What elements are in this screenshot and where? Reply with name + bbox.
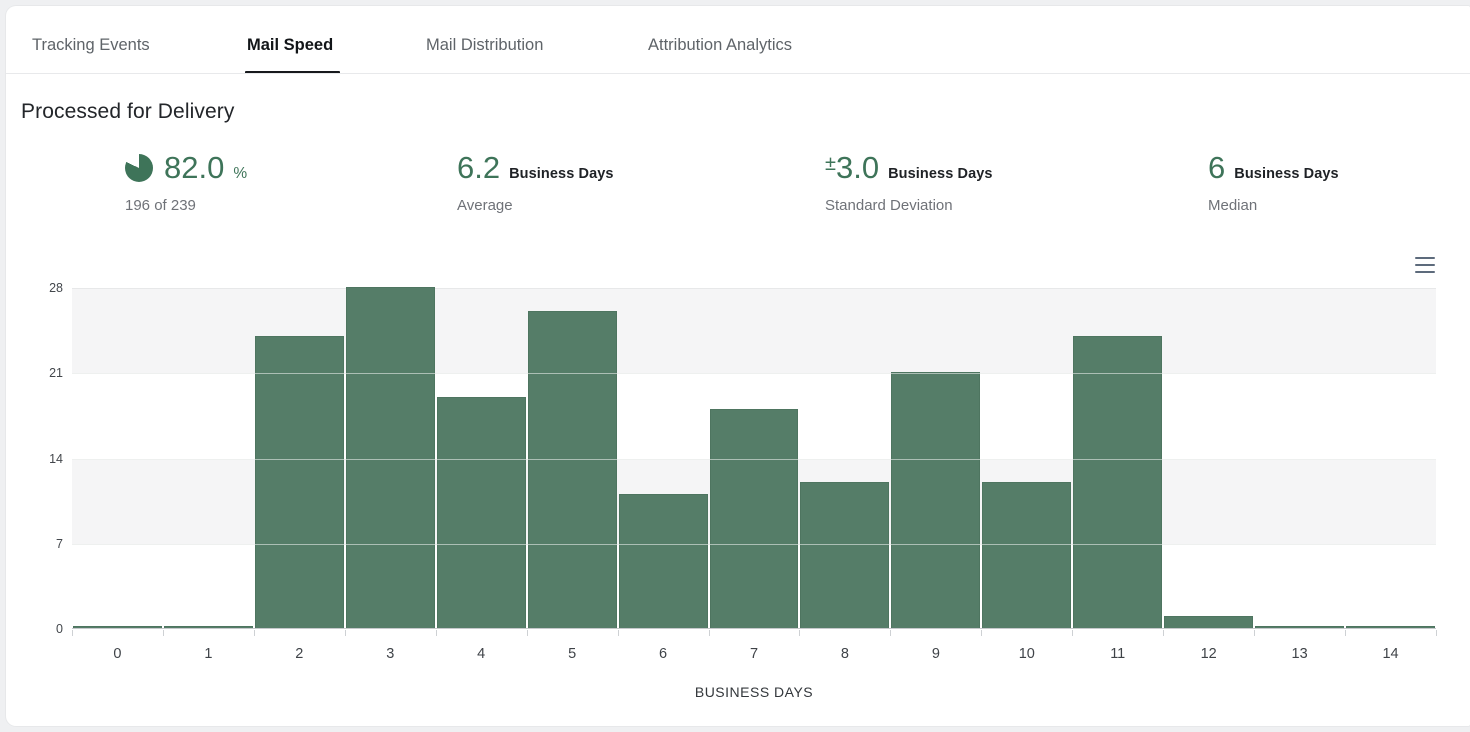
x-axis-tick-label: 14: [1345, 646, 1436, 662]
hamburger-menu-icon[interactable]: [1415, 257, 1435, 273]
x-axis-tick-label: 10: [981, 646, 1072, 662]
x-axis-tick: [1072, 630, 1073, 636]
tab-tracking-events[interactable]: Tracking Events: [32, 33, 150, 57]
histogram-bar[interactable]: [800, 482, 889, 628]
stat-unit: %: [233, 165, 247, 183]
mail-speed-histogram: BUSINESS DAYS 28211470012345678910111213…: [72, 288, 1436, 629]
x-axis-tick-label: 7: [709, 646, 800, 662]
pie-icon: [125, 154, 153, 182]
stat-caption: Standard Deviation: [825, 197, 993, 214]
x-axis-tick: [436, 630, 437, 636]
stat-value: 82.0: [164, 152, 224, 183]
x-axis-line: [72, 628, 1436, 629]
tab-bar-divider: [6, 73, 1470, 74]
stat-value: 6.2: [457, 152, 500, 183]
stat-value: 3.0: [836, 152, 879, 183]
stat-processed-percent: 82.0 % 196 of 239: [125, 152, 247, 214]
histogram-bar[interactable]: [528, 311, 617, 628]
histogram-bar[interactable]: [710, 409, 799, 628]
plus-minus-sign: ±: [825, 154, 836, 174]
x-axis-tick: [527, 630, 528, 636]
x-axis-tick: [981, 630, 982, 636]
x-axis-tick-label: 11: [1072, 646, 1163, 662]
menu-bar: [1415, 271, 1435, 273]
histogram-bar[interactable]: [255, 336, 344, 628]
x-axis-tick: [163, 630, 164, 636]
x-axis-tick-label: 2: [254, 646, 345, 662]
x-axis-tick-label: 5: [527, 646, 618, 662]
histogram-bar[interactable]: [1164, 616, 1253, 628]
x-axis-tick-label: 13: [1254, 646, 1345, 662]
x-axis-tick-label: 0: [72, 646, 163, 662]
y-axis-tick-label: 0: [0, 620, 63, 638]
stat-average: 6.2 Business Days Average: [457, 152, 614, 214]
stat-unit: Business Days: [888, 166, 992, 182]
gridline-overlay: [72, 373, 1436, 374]
page-title: Processed for Delivery: [21, 100, 234, 124]
gridline-overlay: [72, 544, 1436, 545]
stat-unit: Business Days: [509, 166, 613, 182]
histogram-bar[interactable]: [619, 494, 708, 628]
x-axis-tick: [1254, 630, 1255, 636]
x-axis-tick: [799, 630, 800, 636]
menu-bar: [1415, 264, 1435, 266]
x-axis-tick-label: 8: [799, 646, 890, 662]
x-axis-tick-label: 4: [436, 646, 527, 662]
stat-value: 6: [1208, 152, 1225, 183]
histogram-bar[interactable]: [982, 482, 1071, 628]
y-axis-tick-label: 14: [0, 450, 63, 468]
tab-mail-speed[interactable]: Mail Speed: [247, 33, 333, 57]
tab-attribution-analytics[interactable]: Attribution Analytics: [648, 33, 792, 57]
histogram-bar[interactable]: [1073, 336, 1162, 628]
x-axis-tick: [890, 630, 891, 636]
x-axis-tick: [618, 630, 619, 636]
x-axis-title: BUSINESS DAYS: [72, 684, 1436, 700]
gridline: [72, 288, 1436, 289]
x-axis-tick: [254, 630, 255, 636]
x-axis-tick-label: 3: [345, 646, 436, 662]
stat-caption: 196 of 239: [125, 197, 247, 214]
stat-caption: Median: [1208, 197, 1339, 214]
x-axis-tick: [72, 630, 73, 636]
x-axis-tick: [1345, 630, 1346, 636]
stat-standard-deviation: ± 3.0 Business Days Standard Deviation: [825, 152, 993, 214]
menu-bar: [1415, 257, 1435, 259]
x-axis-tick: [1163, 630, 1164, 636]
stat-median: 6 Business Days Median: [1208, 152, 1339, 214]
tab-mail-distribution[interactable]: Mail Distribution: [426, 33, 543, 57]
y-axis-tick-label: 7: [0, 535, 63, 553]
x-axis-tick-label: 6: [618, 646, 709, 662]
x-axis-tick-label: 9: [890, 646, 981, 662]
y-axis-tick-label: 21: [0, 364, 63, 382]
x-axis-tick: [709, 630, 710, 636]
histogram-bar[interactable]: [437, 397, 526, 628]
x-axis-tick: [345, 630, 346, 636]
x-axis-tick-label: 1: [163, 646, 254, 662]
x-axis-tick: [1436, 630, 1437, 636]
stat-caption: Average: [457, 197, 614, 214]
stat-unit: Business Days: [1234, 166, 1338, 182]
gridline-overlay: [72, 459, 1436, 460]
histogram-bar[interactable]: [346, 287, 435, 628]
histogram-bar[interactable]: [891, 372, 980, 628]
x-axis-tick-label: 12: [1163, 646, 1254, 662]
y-axis-tick-label: 28: [0, 279, 63, 297]
